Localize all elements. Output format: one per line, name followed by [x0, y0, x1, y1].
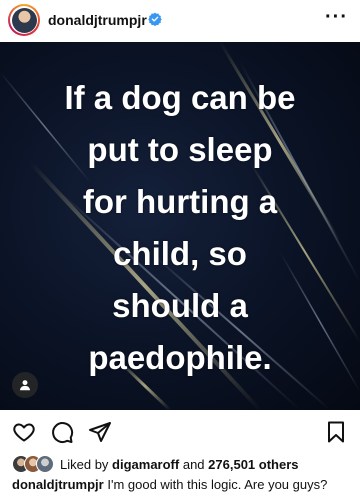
caption-text: I'm good with this logic. Are you guys?: [107, 477, 328, 492]
post-quote-text: If a dog can be put to sleep for hurting…: [0, 72, 360, 384]
verified-badge-icon: [148, 12, 162, 26]
bookmark-icon[interactable]: [324, 420, 348, 444]
post-image[interactable]: If a dog can be put to sleep for hurting…: [0, 42, 360, 410]
post-header: donaldjtrumpjr ···: [0, 0, 360, 40]
post-text-line: child, so: [113, 235, 247, 272]
likes-count-link[interactable]: 276,501 others: [208, 457, 298, 472]
more-options-icon[interactable]: ···: [325, 6, 348, 29]
post-text-line: for hurting a: [82, 183, 278, 220]
post-caption: donaldjtrumpjr I'm good with this logic.…: [12, 477, 327, 492]
likes-summary[interactable]: Liked by digamaroff and 276,501 others: [12, 454, 299, 474]
post-text-line: put to sleep: [87, 131, 273, 168]
profile-avatar-image: [11, 7, 37, 33]
post-text-line: should a: [112, 287, 248, 324]
send-icon[interactable]: [88, 420, 112, 444]
likes-prefix: Liked by: [60, 456, 109, 472]
liker-avatars: [12, 455, 56, 473]
comment-icon[interactable]: [50, 420, 74, 444]
likes-connector: and: [182, 456, 205, 472]
user-tag-icon[interactable]: [12, 372, 38, 398]
heart-icon[interactable]: [12, 420, 36, 444]
avatar[interactable]: [8, 4, 40, 36]
post-action-bar: [0, 414, 360, 450]
liker-avatar: [36, 455, 54, 473]
post-text-line: paedophile.: [88, 339, 272, 376]
username-link[interactable]: donaldjtrumpjr: [48, 12, 147, 28]
person-icon: [20, 380, 30, 391]
post-text-line: If a dog can be: [64, 79, 296, 116]
caption-username-link[interactable]: donaldjtrumpjr: [12, 477, 104, 492]
liker-username-link[interactable]: digamaroff: [112, 457, 179, 472]
